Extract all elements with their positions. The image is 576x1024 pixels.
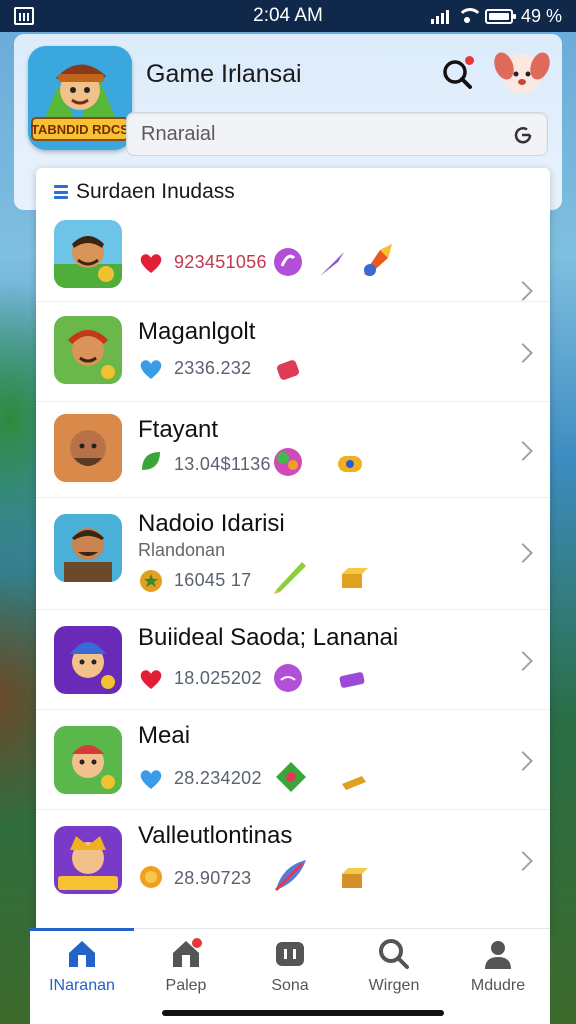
game-name: Valleutlontinas bbox=[138, 822, 293, 849]
app-title: Game Irlansai bbox=[146, 60, 302, 88]
search-field[interactable] bbox=[126, 112, 548, 156]
game-thumbnail bbox=[54, 826, 122, 894]
gold-bar-icon bbox=[342, 776, 366, 790]
game-thumbnail bbox=[54, 514, 122, 582]
app-logo[interactable]: TABNDID RDCS bbox=[28, 46, 132, 150]
battery-icon bbox=[484, 8, 516, 24]
list-item[interactable]: Valleutlontinas 28.90723 bbox=[36, 810, 550, 910]
list-item[interactable]: Maganlgolt 2336.232 bbox=[36, 302, 550, 402]
house-alert-icon bbox=[173, 938, 202, 967]
chevron-right-icon bbox=[513, 281, 533, 301]
score-value: 18.025202 bbox=[174, 668, 262, 688]
coin-icon bbox=[140, 866, 162, 888]
home-indicator[interactable] bbox=[162, 1010, 444, 1016]
purple-orb-icon bbox=[274, 664, 302, 692]
status-bar: 2:04 AM 49 % bbox=[0, 0, 576, 32]
score-value: 28.234202 bbox=[174, 768, 262, 788]
game-thumbnail bbox=[54, 726, 122, 794]
list-item[interactable]: Buiideal Saoda; Lananai 18.025202 bbox=[36, 610, 550, 710]
home-icon bbox=[69, 941, 95, 967]
leaf-icon bbox=[142, 452, 160, 470]
nav-tab-home[interactable]: INaranan bbox=[30, 928, 134, 1024]
list-item[interactable]: Ftayant 13.04$1136 bbox=[36, 402, 550, 498]
list-item[interactable]: Meai 28.234202 bbox=[36, 710, 550, 810]
nav-label: Wirgen bbox=[368, 977, 420, 994]
game-thumbnail bbox=[54, 220, 122, 288]
score-value: 13.04$1136 bbox=[174, 454, 271, 474]
game-thumbnail bbox=[54, 414, 122, 482]
star-badge-icon bbox=[140, 570, 162, 592]
nav-tab-mdudre[interactable]: Mdudre bbox=[446, 929, 550, 1024]
section-title: Surdaen Inudass bbox=[76, 180, 235, 203]
game-name: Buiideal Saoda; Lananai bbox=[138, 624, 399, 651]
colorful-orb-icon bbox=[274, 448, 302, 476]
game-name: Nadoio Idarisi bbox=[138, 510, 285, 537]
heart-icon bbox=[140, 670, 162, 689]
wifi-icon bbox=[456, 8, 483, 24]
game-name: Maganlgolt bbox=[138, 318, 256, 345]
dog-avatar-icon bbox=[494, 52, 550, 94]
purple-arrow-icon bbox=[320, 252, 344, 276]
game-subtitle: Rlandonan bbox=[138, 540, 226, 560]
score-value: 16045 17 bbox=[174, 570, 252, 590]
heart-icon bbox=[140, 770, 162, 789]
search-button[interactable] bbox=[440, 56, 476, 92]
search-input[interactable] bbox=[141, 123, 501, 146]
rocket-icon bbox=[364, 244, 392, 276]
green-pencil-icon bbox=[274, 562, 306, 594]
nav-label: INaranan bbox=[49, 977, 115, 994]
list-item[interactable]: Nadoio Idarisi Rlandonan 16045 17 bbox=[36, 498, 550, 610]
list-icon bbox=[54, 185, 68, 199]
avatar[interactable] bbox=[494, 46, 550, 98]
purple-bar-icon bbox=[339, 672, 365, 688]
heart-icon bbox=[140, 254, 162, 273]
nav-label: Sona bbox=[271, 977, 309, 994]
search-icon bbox=[379, 939, 409, 969]
chevron-right-icon bbox=[513, 543, 533, 563]
red-gem-icon bbox=[276, 360, 300, 380]
score-value: 923451056 bbox=[174, 252, 267, 272]
game-name: Meai bbox=[138, 722, 191, 749]
gold-box-icon bbox=[342, 868, 368, 888]
score-value: 2336.232 bbox=[174, 358, 252, 378]
notification-badge bbox=[465, 56, 474, 65]
chevron-right-icon bbox=[513, 441, 533, 461]
chevron-right-icon bbox=[513, 851, 533, 871]
gamepad-icon bbox=[276, 942, 304, 966]
section-header: Surdaen Inudass bbox=[54, 180, 235, 204]
chevron-right-icon bbox=[513, 751, 533, 771]
refresh-icon[interactable] bbox=[511, 123, 535, 147]
profile-icon bbox=[485, 941, 511, 969]
green-gem-icon bbox=[276, 762, 306, 792]
game-thumbnail bbox=[54, 626, 122, 694]
game-name: Ftayant bbox=[138, 416, 219, 443]
list-item[interactable]: 923451056 bbox=[36, 208, 550, 302]
nav-label: Palep bbox=[165, 977, 207, 994]
bead-icon bbox=[338, 456, 362, 472]
purple-orb-icon bbox=[274, 248, 302, 276]
app-logo-text: TABNDID RDCS bbox=[31, 122, 129, 137]
game-list: Surdaen Inudass 923451056 Maganlgolt 233… bbox=[36, 168, 550, 938]
gold-box-icon bbox=[342, 568, 368, 588]
chevron-right-icon bbox=[513, 651, 533, 671]
chevron-right-icon bbox=[513, 343, 533, 363]
heart-icon bbox=[140, 360, 162, 379]
game-thumbnail bbox=[54, 316, 122, 384]
score-value: 28.90723 bbox=[174, 868, 252, 888]
feather-icon bbox=[274, 860, 306, 892]
nav-label: Mdudre bbox=[470, 977, 526, 994]
